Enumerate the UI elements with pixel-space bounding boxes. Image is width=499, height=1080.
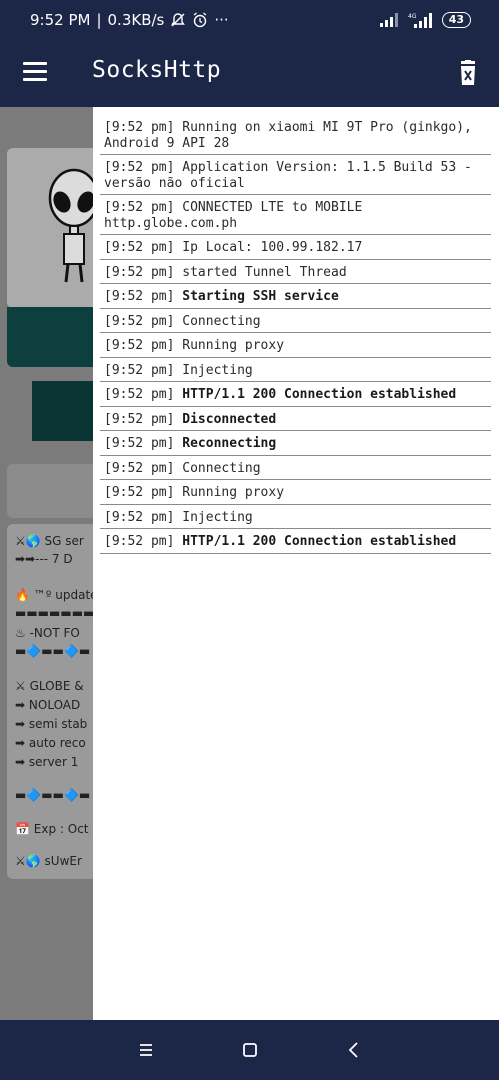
svg-text:4G: 4G	[408, 13, 417, 20]
app-title: SocksHttp	[92, 57, 222, 83]
menu-icon[interactable]	[23, 62, 47, 82]
app-bar: SocksHttp	[0, 40, 499, 107]
log-entry: [9:52 pm] Injecting	[100, 358, 491, 382]
do-not-disturb-icon	[171, 13, 186, 27]
log-entry: [9:52 pm] Connecting	[100, 309, 491, 333]
log-entry: [9:52 pm] Disconnected	[100, 407, 491, 431]
home-icon[interactable]	[240, 1040, 260, 1060]
system-nav-bar	[0, 1020, 499, 1080]
log-entry: [9:52 pm] Application Version: 1.1.5 Bui…	[100, 155, 491, 195]
log-entry: [9:52 pm] Connecting	[100, 456, 491, 480]
alien-logo-icon	[48, 168, 100, 283]
log-entry: [9:52 pm] started Tunnel Thread	[100, 260, 491, 284]
log-drawer[interactable]: [9:52 pm] Running on xiaomi MI 9T Pro (g…	[93, 107, 499, 1020]
server-notes-card: ⚔🌎 SG ser ➡➡--- 7 D 🔥 ™º update ▬▬▬▬▬▬▬ …	[7, 524, 102, 879]
lte-signal-icon: 4G	[408, 13, 432, 28]
signal-icon	[379, 13, 398, 27]
log-entry: [9:52 pm] CONNECTED LTE to MOBILE http.g…	[100, 195, 491, 235]
log-entry: [9:52 pm] Running proxy	[100, 333, 491, 358]
start-button-area	[32, 381, 102, 441]
connect-panel	[7, 307, 102, 367]
log-list: [9:52 pm] Running on xiaomi MI 9T Pro (g…	[100, 115, 491, 554]
back-icon[interactable]	[344, 1040, 364, 1060]
log-entry: [9:52 pm] HTTP/1.1 200 Connection establ…	[100, 529, 491, 554]
server-selector	[7, 464, 102, 518]
battery-indicator: 43	[441, 12, 471, 28]
log-entry: [9:52 pm] Running on xiaomi MI 9T Pro (g…	[100, 115, 491, 155]
alarm-icon	[193, 12, 207, 28]
log-entry: [9:52 pm] HTTP/1.1 200 Connection establ…	[100, 382, 491, 407]
network-speed: 0.3KB/s	[107, 11, 165, 29]
clear-log-icon[interactable]	[458, 60, 478, 86]
log-entry: [9:52 pm] Injecting	[100, 505, 491, 529]
recents-icon[interactable]	[136, 1040, 156, 1060]
log-entry: [9:52 pm] Running proxy	[100, 480, 491, 505]
log-entry: [9:52 pm] Reconnecting	[100, 431, 491, 456]
clock: 9:52 PM	[30, 11, 91, 29]
log-entry: [9:52 pm] Starting SSH service	[100, 284, 491, 309]
more-notifications: ···	[214, 11, 229, 29]
status-bar: 9:52 PM | 0.3KB/s ··· 4G 43	[0, 0, 499, 40]
log-entry: [9:52 pm] Ip Local: 100.99.182.17	[100, 235, 491, 260]
